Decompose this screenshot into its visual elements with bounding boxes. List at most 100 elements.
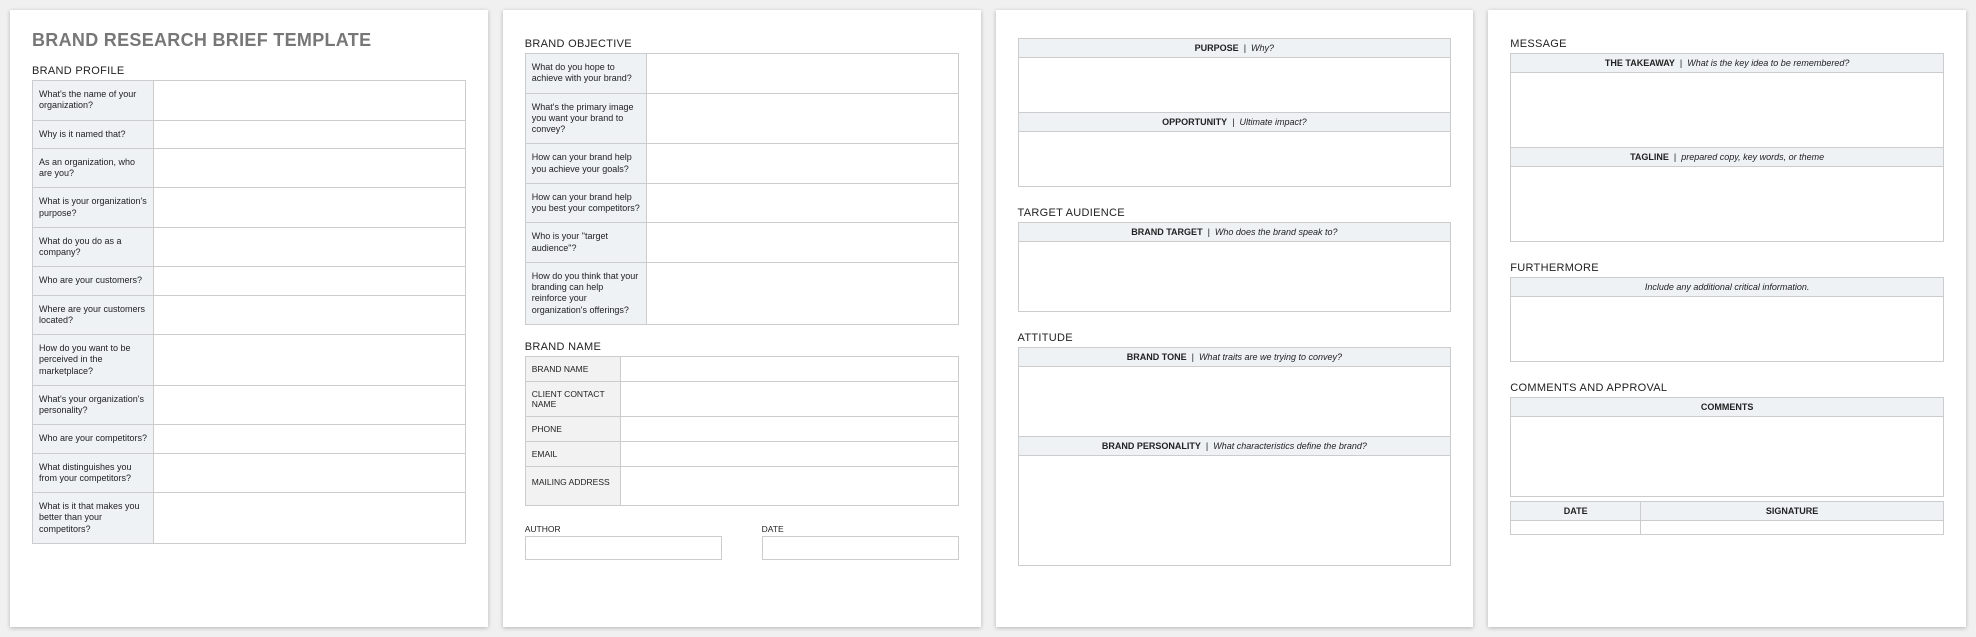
purpose-header: PURPOSE | Why? (1018, 38, 1452, 58)
profile-q-3: What is your organization's purpose? (33, 188, 154, 228)
opportunity-label: OPPORTUNITY (1162, 117, 1227, 127)
brand-profile-heading: BRAND PROFILE (32, 65, 466, 77)
profile-q-2: As an organization, who are you? (33, 148, 154, 188)
approval-signature-cell[interactable] (1641, 521, 1944, 535)
profile-q-4: What do you do as a company? (33, 227, 154, 267)
profile-a-7[interactable] (154, 335, 466, 386)
profile-q-11: What is it that makes you better than yo… (33, 493, 154, 544)
opportunity-box[interactable] (1018, 132, 1452, 187)
brand-target-header: BRAND TARGET | Who does the brand speak … (1018, 222, 1452, 242)
objective-a-1[interactable] (646, 93, 958, 144)
separator: | (1241, 43, 1251, 53)
brand-personality-prompt: What characteristics define the brand? (1213, 441, 1367, 451)
name-label-1: CLIENT CONTACT NAME (525, 381, 620, 416)
attitude-heading: ATTITUDE (1018, 332, 1452, 344)
profile-q-0: What's the name of your organization? (33, 81, 154, 121)
separator: | (1677, 58, 1687, 68)
profile-q-5: Who are your customers? (33, 267, 154, 295)
target-audience-heading: TARGET AUDIENCE (1018, 207, 1452, 219)
date-input[interactable] (762, 536, 959, 560)
brand-tone-box[interactable] (1018, 367, 1452, 437)
tagline-header: TAGLINE | prepared copy, key words, or t… (1510, 148, 1944, 167)
separator: | (1189, 352, 1199, 362)
name-label-0: BRAND NAME (525, 356, 620, 381)
brand-target-prompt: Who does the brand speak to? (1215, 227, 1338, 237)
brand-tone-prompt: What traits are we trying to convey? (1199, 352, 1342, 362)
name-field-0[interactable] (620, 356, 958, 381)
objective-q-1: What's the primary image you want your b… (525, 93, 646, 144)
purpose-prompt: Why? (1251, 43, 1274, 53)
author-label: AUTHOR (525, 524, 722, 534)
page-4: MESSAGE THE TAKEAWAY | What is the key i… (1488, 10, 1966, 627)
brand-personality-label: BRAND PERSONALITY (1102, 441, 1201, 451)
document-title: BRAND RESEARCH BRIEF TEMPLATE (32, 30, 466, 51)
profile-q-8: What's your organization's personality? (33, 385, 154, 425)
name-field-2[interactable] (620, 416, 958, 441)
furthermore-box[interactable] (1510, 297, 1944, 362)
furthermore-prompt: Include any additional critical informat… (1645, 282, 1810, 292)
objective-q-5: How do you think that your branding can … (525, 262, 646, 324)
profile-a-9[interactable] (154, 425, 466, 453)
profile-a-1[interactable] (154, 120, 466, 148)
profile-a-4[interactable] (154, 227, 466, 267)
approval-table: DATE SIGNATURE (1510, 501, 1944, 535)
separator: | (1205, 227, 1215, 237)
objective-a-5[interactable] (646, 262, 958, 324)
furthermore-header: Include any additional critical informat… (1510, 277, 1944, 297)
objective-a-2[interactable] (646, 144, 958, 184)
name-field-3[interactable] (620, 441, 958, 466)
date-label: DATE (762, 524, 959, 534)
takeaway-label: THE TAKEAWAY (1605, 58, 1675, 68)
profile-a-8[interactable] (154, 385, 466, 425)
comments-approval-heading: COMMENTS AND APPROVAL (1510, 382, 1944, 394)
approval-date-header: DATE (1511, 502, 1641, 521)
separator: | (1671, 152, 1681, 162)
takeaway-prompt: What is the key idea to be remembered? (1687, 58, 1849, 68)
purpose-box[interactable] (1018, 58, 1452, 113)
objective-a-4[interactable] (646, 223, 958, 263)
brand-personality-box[interactable] (1018, 456, 1452, 566)
tagline-label: TAGLINE (1630, 152, 1669, 162)
opportunity-prompt: Ultimate impact? (1240, 117, 1307, 127)
brand-tone-header: BRAND TONE | What traits are we trying t… (1018, 347, 1452, 367)
page-1: BRAND RESEARCH BRIEF TEMPLATE BRAND PROF… (10, 10, 488, 627)
profile-q-10: What distinguishes you from your competi… (33, 453, 154, 493)
objective-q-4: Who is your "target audience"? (525, 223, 646, 263)
profile-a-3[interactable] (154, 188, 466, 228)
profile-a-10[interactable] (154, 453, 466, 493)
profile-a-2[interactable] (154, 148, 466, 188)
approval-date-cell[interactable] (1511, 521, 1641, 535)
profile-q-7: How do you want to be perceived in the m… (33, 335, 154, 386)
objective-a-3[interactable] (646, 183, 958, 223)
separator: | (1203, 441, 1213, 451)
separator: | (1230, 117, 1240, 127)
purpose-label: PURPOSE (1195, 43, 1239, 53)
name-field-1[interactable] (620, 381, 958, 416)
tagline-box[interactable] (1510, 167, 1944, 242)
name-field-4[interactable] (620, 466, 958, 505)
takeaway-box[interactable] (1510, 73, 1944, 148)
objective-a-0[interactable] (646, 54, 958, 94)
comments-label: COMMENTS (1701, 402, 1754, 412)
brand-tone-label: BRAND TONE (1127, 352, 1187, 362)
brand-target-label: BRAND TARGET (1131, 227, 1202, 237)
comments-box[interactable] (1510, 417, 1944, 497)
brand-target-box[interactable] (1018, 242, 1452, 312)
profile-a-11[interactable] (154, 493, 466, 544)
brand-objective-table: What do you hope to achieve with your br… (525, 53, 959, 325)
brand-personality-header: BRAND PERSONALITY | What characteristics… (1018, 437, 1452, 456)
profile-a-5[interactable] (154, 267, 466, 295)
opportunity-header: OPPORTUNITY | Ultimate impact? (1018, 113, 1452, 132)
profile-a-6[interactable] (154, 295, 466, 335)
brand-profile-table: What's the name of your organization? Wh… (32, 80, 466, 544)
tagline-prompt: prepared copy, key words, or theme (1681, 152, 1824, 162)
objective-q-0: What do you hope to achieve with your br… (525, 54, 646, 94)
objective-q-3: How can your brand help you best your co… (525, 183, 646, 223)
profile-q-6: Where are your customers located? (33, 295, 154, 335)
name-label-3: EMAIL (525, 441, 620, 466)
profile-a-0[interactable] (154, 81, 466, 121)
brand-name-table: BRAND NAME CLIENT CONTACT NAME PHONE EMA… (525, 356, 959, 506)
author-input[interactable] (525, 536, 722, 560)
page-2: BRAND OBJECTIVE What do you hope to achi… (503, 10, 981, 627)
brand-name-heading: BRAND NAME (525, 341, 959, 353)
